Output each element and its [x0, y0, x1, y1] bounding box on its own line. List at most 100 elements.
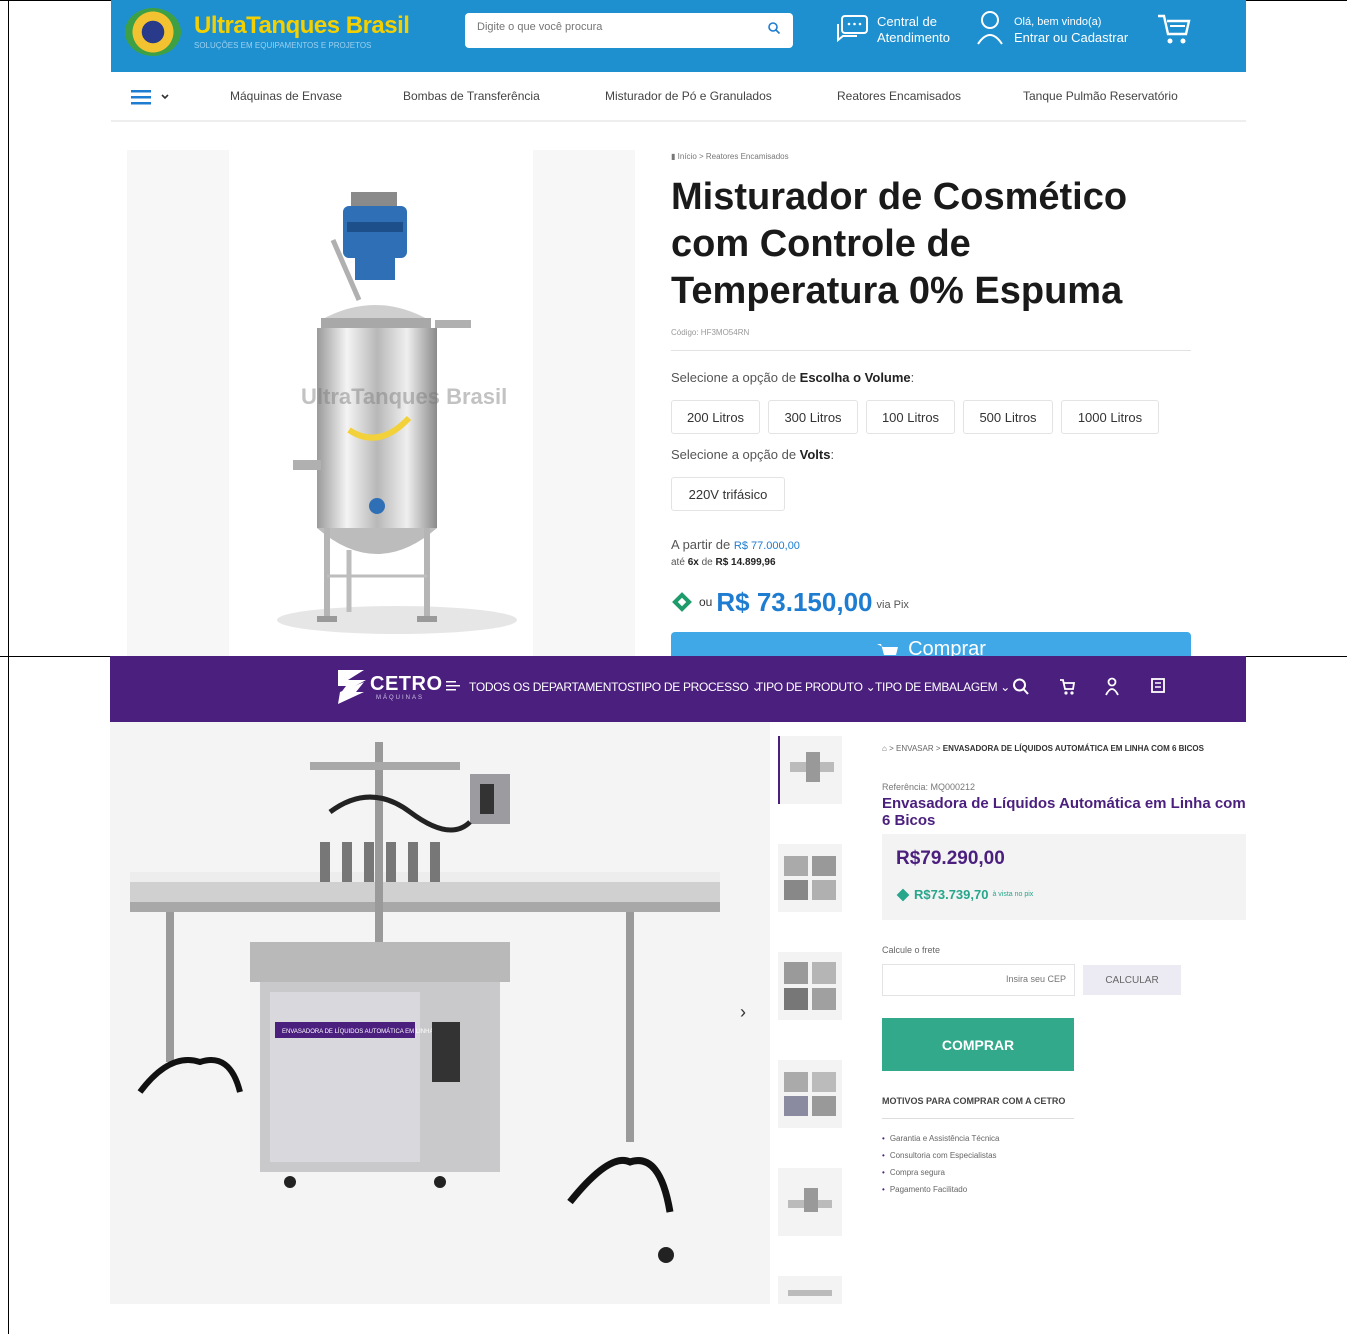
pix-note: à vista no pix [992, 891, 1034, 898]
breadcrumb-separator: > [699, 152, 704, 161]
home-icon[interactable]: ⌂ [882, 744, 887, 753]
installments: até 6x de R$ 14.899,96 [671, 557, 776, 568]
user-icon[interactable] [1104, 677, 1120, 697]
nav-tipo-embalagem[interactable]: TIPO DE EMBALAGEM ⌄ [875, 680, 1010, 694]
product-title: Misturador de Cosmético com Controle de … [671, 176, 1128, 312]
reasons-title: MOTIVOS PARA COMPRAR COM A CETRO [882, 1096, 1066, 1106]
cart-icon[interactable] [1058, 677, 1076, 697]
site-logo[interactable]: CETRO [370, 673, 443, 696]
pix-price-row: ou R$ 73.150,00 via Pix [671, 585, 909, 619]
pix-icon [672, 592, 692, 612]
pix-price: R$ 73.150,00 [716, 586, 873, 617]
list-item: Consultoria com Especialistas [882, 1151, 1000, 1160]
thumbnail[interactable] [778, 736, 842, 804]
support-line1: Central de [877, 14, 937, 29]
pix-price-row: R$73.739,70 à vista no pix [896, 887, 1033, 902]
search-input[interactable] [477, 21, 747, 33]
pix-price: R$73.739,70 [914, 887, 989, 902]
thumbnail[interactable] [778, 844, 842, 912]
site-logo[interactable]: UltraTanques Brasil [194, 12, 410, 40]
user-icon[interactable] [976, 10, 1004, 46]
nav-item-reatores[interactable]: Reatores Encamisados [837, 89, 961, 103]
nav-item-tanque[interactable]: Tanque Pulmão Reservatório [1023, 89, 1178, 103]
product-image[interactable]: ENVASADORA DE LÍQUIDOS AUTOMÁTICA EM LIN… [110, 722, 770, 1304]
price-from: A partir de R$ 77.000,00 [671, 537, 800, 552]
product-price: R$79.290,00 [896, 848, 1005, 869]
orders-icon[interactable] [1150, 677, 1166, 697]
home-icon[interactable]: ▮ [671, 152, 675, 161]
search-icon[interactable] [767, 21, 781, 35]
cart-icon [877, 644, 899, 655]
breadcrumb-section[interactable]: ENVASAR [896, 744, 934, 753]
ultratanques-screenshot: UltraTanques Brasil SOLUÇÕES EM EQUIPAME… [111, 0, 1246, 656]
nav-all-departments[interactable]: TODOS OS DEPARTAMENTOS [469, 680, 635, 694]
list-item: Compra segura [882, 1168, 1000, 1177]
buy-button[interactable]: Comprar [671, 632, 1191, 656]
product-code: Código: HF3MO54RN [671, 328, 750, 337]
account-link[interactable]: Olá, bem vindo(a) Entrar ou Cadastrar [1014, 14, 1128, 46]
volume-option-1000[interactable]: 1000 Litros [1061, 400, 1159, 434]
pix-icon [896, 888, 910, 901]
account-login: Entrar ou Cadastrar [1014, 30, 1129, 45]
breadcrumb-current[interactable]: Reatores Encamisados [706, 152, 789, 161]
departments-menu-icon[interactable] [446, 679, 462, 693]
reasons-list: Garantia e Assistência Técnica Consultor… [882, 1134, 1000, 1202]
nav-tipo-produto[interactable]: TIPO DE PRODUTO ⌄ [756, 680, 876, 694]
thumbnail[interactable] [778, 1276, 842, 1304]
pix-or: ou [699, 595, 713, 609]
site-header: UltraTanques Brasil SOLUÇÕES EM EQUIPAME… [111, 0, 1246, 72]
thumbnail-image [788, 1188, 832, 1212]
watermark-text: UltraTanques Brasil [301, 384, 508, 409]
calculate-shipping-button[interactable]: CALCULAR [1083, 965, 1181, 995]
thumbnail-image [788, 1290, 832, 1296]
cart-icon[interactable] [1156, 12, 1192, 48]
hamburger-menu-icon[interactable] [131, 89, 171, 105]
nav-tipo-processo[interactable]: TIPO DE PROCESSO ⌄ [634, 680, 762, 694]
breadcrumb: ⌂ > ENVASAR > ENVASADORA DE LÍQUIDOS AUT… [882, 744, 1204, 753]
volume-option-label: Selecione a opção de Escolha o Volume: [671, 370, 915, 385]
volts-option-220v[interactable]: 220V trifásico [671, 477, 785, 511]
shipping-label: Calcule o frete [882, 945, 941, 955]
support-line2: Atendimento [877, 30, 950, 45]
cep-field[interactable] [882, 964, 1075, 996]
thumbnail-image [784, 856, 836, 900]
buy-button[interactable]: COMPRAR [882, 1018, 1074, 1071]
breadcrumb: ▮ Início > Reatores Encamisados [671, 152, 789, 161]
account-greeting: Olá, bem vindo(a) [1014, 16, 1102, 28]
volume-option-200[interactable]: 200 Litros [671, 400, 760, 434]
volume-option-300[interactable]: 300 Litros [768, 400, 858, 434]
thumbnail[interactable] [778, 952, 842, 1020]
chat-support-icon[interactable] [836, 14, 870, 44]
divider [671, 350, 1191, 351]
breadcrumb-separator: > [935, 744, 941, 753]
breadcrumb-current: ENVASADORA DE LÍQUIDOS AUTOMÁTICA EM LIN… [942, 744, 1204, 753]
volts-option-label: Selecione a opção de Volts: [671, 447, 835, 462]
divider [882, 1118, 1074, 1119]
logo-tagline: SOLUÇÕES EM EQUIPAMENTOS E PROJETOS [194, 41, 372, 50]
cep-input[interactable] [916, 974, 1066, 984]
thumbnail[interactable] [778, 1060, 842, 1128]
support-link[interactable]: Central de Atendimento [877, 14, 950, 46]
chevron-right-icon[interactable]: › [740, 1002, 746, 1023]
logo-tagline: MÁQUINAS [376, 695, 425, 701]
nav-item-maquinas-envase[interactable]: Máquinas de Envase [230, 89, 342, 103]
globe-logo-icon[interactable] [125, 8, 181, 56]
thumbnail[interactable] [778, 1168, 842, 1236]
breadcrumb-home[interactable]: Início [678, 152, 697, 161]
search-icon[interactable] [1012, 677, 1030, 697]
thumbnail-image [790, 752, 834, 782]
thumbnail-image [784, 962, 836, 1010]
volume-option-500[interactable]: 500 Litros [963, 400, 1053, 434]
pix-via: via Pix [876, 599, 909, 611]
category-nav: Máquinas de Envase Bombas de Transferênc… [111, 72, 1246, 122]
nav-item-bombas[interactable]: Bombas de Transferência [403, 89, 540, 103]
nav-item-misturador[interactable]: Misturador de Pó e Granulados [605, 89, 772, 103]
search-box[interactable] [465, 13, 793, 48]
buy-label: Comprar [908, 638, 986, 656]
volume-option-100[interactable]: 100 Litros [866, 400, 955, 434]
machine-label: ENVASADORA DE LÍQUIDOS AUTOMÁTICA EM LIN… [282, 1028, 433, 1035]
list-item: Garantia e Assistência Técnica [882, 1134, 1000, 1143]
cetro-logo-icon[interactable] [336, 668, 368, 706]
product-title: Envasadora de Líquidos Automática em Lin… [882, 795, 1246, 829]
product-reference: Referência: MQ000212 [882, 782, 976, 792]
